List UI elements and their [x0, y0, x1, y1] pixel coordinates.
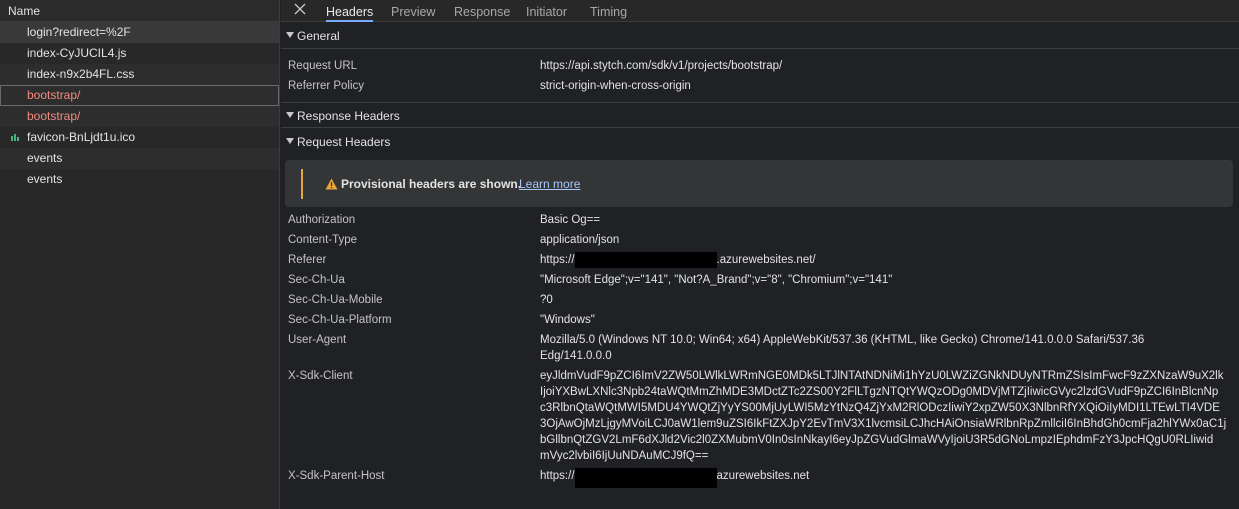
header-value: ?0: [540, 294, 553, 306]
request-name: bootstrap/: [27, 109, 81, 123]
request-item[interactable]: index-CyJUCIL4.js: [0, 43, 279, 64]
sdk-client-line: eyJldmVudF9pZCI6ImV2ZW50LWlkLWRmNGE0MDk5…: [540, 370, 1224, 382]
header-value: https://api.stytch.com/sdk/v1/projects/b…: [540, 60, 783, 72]
request-headers-section-header[interactable]: Request Headers: [281, 129, 1239, 155]
header-key: Authorization: [288, 214, 356, 226]
detail-tabbar: Headers Preview Response Initiator Timin…: [281, 0, 1239, 22]
sdk-client-line: 3OjAwOjMzLjgyMVoiLCJ0aW1lem9uZSI6IkFtZXJ…: [540, 418, 1227, 430]
referer-prefix: https://: [540, 254, 575, 266]
request-name: events: [27, 172, 63, 186]
header-value: Basic Og==: [540, 214, 601, 226]
referer-suffix: .azurewebsites.net/: [716, 254, 816, 266]
request-detail-panel: Headers Preview Response Initiator Timin…: [281, 0, 1239, 509]
header-row: Sec-Ch-Ua-Platform "Windows": [281, 312, 1239, 328]
sdk-client-line: mVyc2lvbiI6IjUuNDAuMCJ9fQ==: [540, 450, 709, 462]
sdk-client-line: c3RlbnQtaWQtMWI5MDU4YWQtZjYyYS00MjUyLWI5…: [540, 402, 1220, 414]
sdk-client-line: IjoiYXBwLXNlc3Npb24taWQtMmZhMDE3MDctZTc2…: [540, 386, 1219, 398]
header-value: Mozilla/5.0 (Windows NT 10.0; Win64; x64…: [540, 332, 1230, 364]
chevron-down-icon: [286, 112, 294, 118]
redacted-block: [574, 468, 717, 488]
request-name: bootstrap/: [27, 88, 81, 102]
section-title: Request Headers: [297, 135, 391, 149]
header-key: Referer: [288, 254, 327, 266]
tab-headers[interactable]: Headers: [326, 0, 374, 22]
request-name: login?redirect=%2F: [27, 25, 131, 39]
header-key: Content-Type: [288, 234, 358, 246]
request-item[interactable]: index-n9x2b4FL.css: [0, 64, 279, 85]
header-row: User-Agent Mozilla/5.0 (Windows NT 10.0;…: [281, 332, 1239, 364]
header-row: X-Sdk-Client eyJldmVudF9pZCI6ImV2ZW50LWl…: [281, 368, 1239, 464]
response-headers-section-header[interactable]: Response Headers: [281, 102, 1239, 128]
header-value: "Microsoft Edge";v="141", "Not?A_Brand";…: [540, 274, 893, 286]
name-column-header[interactable]: Name: [0, 0, 279, 22]
parent-host-suffix: azurewebsites.net: [716, 470, 810, 482]
header-value: eyJldmVudF9pZCI6ImV2ZW50LWlkLWRmNGE0MDk5…: [540, 368, 1230, 464]
parent-host-prefix: https://: [540, 470, 575, 482]
request-item[interactable]: events: [0, 148, 279, 169]
header-key: User-Agent: [288, 334, 347, 346]
tab-timing[interactable]: Timing: [590, 0, 627, 22]
request-item[interactable]: events: [0, 169, 279, 190]
warning-icon: [325, 178, 338, 190]
header-row: Authorization Basic Og==: [281, 212, 1239, 228]
request-name: index-CyJUCIL4.js: [27, 46, 127, 60]
section-title: Response Headers: [297, 109, 400, 123]
header-key: X-Sdk-Parent-Host: [288, 470, 385, 482]
section-title: General: [297, 29, 340, 43]
header-value: https:// .azurewebsites.net/: [540, 252, 1230, 268]
user-agent-line: Edg/141.0.0.0: [540, 350, 612, 362]
header-row: Referrer Policy strict-origin-when-cross…: [281, 78, 1239, 94]
warning-text: Provisional headers are shown.: [341, 177, 522, 191]
favicon-icon: [11, 134, 19, 141]
header-key: Sec-Ch-Ua: [288, 274, 345, 286]
request-list-panel: Name login?redirect=%2F index-CyJUCIL4.j…: [0, 0, 280, 509]
chevron-down-icon: [286, 138, 294, 144]
header-value: "Windows": [540, 314, 595, 326]
request-item[interactable]: login?redirect=%2F: [0, 22, 279, 43]
request-name: index-n9x2b4FL.css: [27, 67, 135, 81]
request-name: favicon-BnLjdt1u.ico: [27, 130, 136, 144]
header-row: Sec-Ch-Ua "Microsoft Edge";v="141", "Not…: [281, 272, 1239, 288]
header-key: Sec-Ch-Ua-Platform: [288, 314, 392, 326]
header-row: X-Sdk-Parent-Host https:// azurewebsites.…: [281, 468, 1239, 488]
learn-more-link[interactable]: Learn more: [519, 177, 580, 191]
sdk-client-line: bGllbnQtZGV2LmF6dXJld2Vic2l0ZXMubmV0In0s…: [540, 434, 1214, 446]
chevron-down-icon: [286, 32, 294, 38]
tab-initiator[interactable]: Initiator: [526, 0, 567, 22]
user-agent-line: Mozilla/5.0 (Windows NT 10.0; Win64; x64…: [540, 334, 1145, 346]
header-row: Referer https:// .azurewebsites.net/: [281, 252, 1239, 268]
provisional-headers-warning: Provisional headers are shown. Learn mor…: [285, 160, 1233, 207]
warning-bar: [301, 169, 303, 199]
header-row: Content-Type application/json: [281, 232, 1239, 248]
header-value: application/json: [540, 234, 620, 246]
tab-response[interactable]: Response: [454, 0, 510, 22]
redacted-block: [574, 252, 717, 268]
general-section-header[interactable]: General: [281, 23, 1239, 49]
header-row: Sec-Ch-Ua-Mobile ?0: [281, 292, 1239, 308]
request-item[interactable]: favicon-BnLjdt1u.ico: [0, 127, 279, 148]
header-key: Sec-Ch-Ua-Mobile: [288, 294, 383, 306]
header-key: Referrer Policy: [288, 80, 365, 92]
header-key: Request URL: [288, 60, 358, 72]
tab-preview[interactable]: Preview: [391, 0, 435, 22]
header-key: X-Sdk-Client: [288, 370, 353, 382]
header-value: strict-origin-when-cross-origin: [540, 80, 691, 92]
request-item[interactable]: bootstrap/: [0, 106, 279, 127]
close-icon[interactable]: [293, 2, 307, 16]
header-row: Request URL https://api.stytch.com/sdk/v…: [281, 58, 1239, 74]
header-value: https:// azurewebsites.net: [540, 468, 1230, 488]
request-name: events: [27, 151, 63, 165]
request-item[interactable]: bootstrap/: [0, 85, 279, 106]
